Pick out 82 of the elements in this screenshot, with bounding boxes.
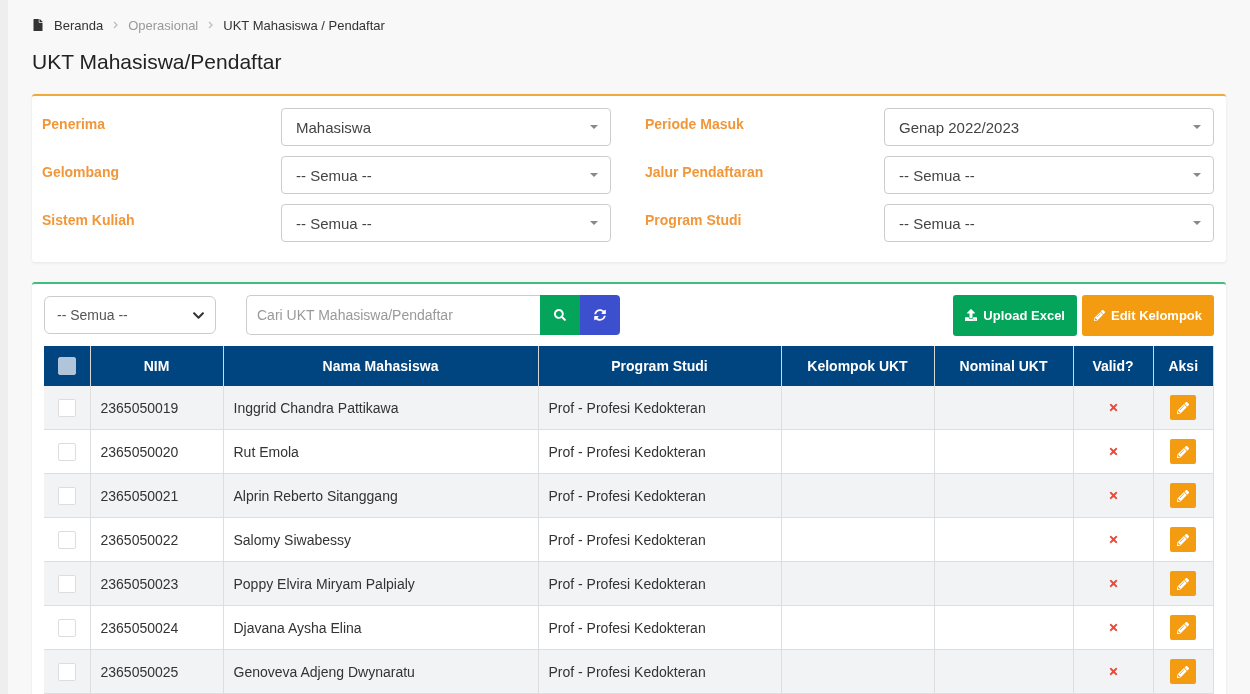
- caret-icon: [1193, 125, 1201, 129]
- column-header: Program Studi: [538, 346, 781, 386]
- column-header: Kelompok UKT: [781, 346, 934, 386]
- pencil-icon: [1177, 533, 1190, 546]
- table-cell: 2365050021: [90, 473, 223, 518]
- caret-icon: [590, 221, 598, 225]
- table-cell: 2365050023: [90, 561, 223, 606]
- pencil-icon: [1177, 489, 1190, 502]
- filter-select[interactable]: -- Semua --: [884, 156, 1214, 194]
- table-cell: Djavana Aysha Elina: [223, 605, 538, 650]
- checkbox[interactable]: [57, 662, 76, 681]
- search-field[interactable]: Cari UKT Mahasiswa/Pendaftar: [246, 295, 540, 335]
- table-cell: Prof - Profesi Kedokteran: [538, 561, 781, 606]
- table-cell: 2365050025: [90, 649, 223, 694]
- filter-label: Penerima: [42, 115, 106, 132]
- filter-select[interactable]: Genap 2022/2023: [884, 108, 1214, 146]
- chevron-icon: [208, 21, 214, 29]
- filter-label: Periode Masuk: [645, 115, 744, 132]
- filter-select[interactable]: Mahasiswa: [281, 108, 611, 146]
- column-header: Aksi: [1153, 346, 1214, 386]
- table-cell: Prof - Profesi Kedokteran: [538, 429, 781, 474]
- caret-icon: [590, 125, 598, 129]
- checkbox[interactable]: [57, 486, 76, 505]
- upload-icon: [965, 309, 978, 321]
- checkbox[interactable]: [57, 574, 76, 593]
- breadcrumb-link[interactable]: Beranda: [54, 17, 104, 33]
- filter-label: Gelombang: [42, 163, 119, 180]
- table-cell: Salomy Siwabessy: [223, 517, 538, 562]
- edit-button[interactable]: [1170, 527, 1197, 552]
- table-cell: Alprin Reberto Sitanggang: [223, 473, 538, 518]
- table-cell: Poppy Elvira Miryam Palpialy: [223, 561, 538, 606]
- edit-button[interactable]: [1170, 615, 1197, 640]
- checkbox[interactable]: [57, 442, 76, 461]
- caret-icon: [1193, 173, 1201, 177]
- edit-button[interactable]: [1170, 483, 1197, 508]
- checkbox[interactable]: [57, 530, 76, 549]
- column-header: Valid?: [1073, 346, 1153, 386]
- column-header: Nama Mahasiswa: [223, 346, 538, 386]
- edit-button[interactable]: [1170, 395, 1197, 420]
- filter-select[interactable]: -- Semua --: [281, 156, 611, 194]
- table-cell: Inggrid Chandra Pattikawa: [223, 386, 538, 430]
- edit-button[interactable]: [1170, 659, 1197, 684]
- table-cell: 2365050019: [90, 386, 223, 430]
- checkbox[interactable]: [57, 357, 76, 376]
- pencil-icon: [1177, 401, 1190, 414]
- table-cell: Prof - Profesi Kedokteran: [538, 517, 781, 562]
- table-cell: 2365050020: [90, 429, 223, 474]
- caret-icon: [1193, 221, 1201, 225]
- breadcrumb-link[interactable]: UKT Mahasiswa / Pendaftar: [223, 17, 385, 33]
- table-cell: 2365050024: [90, 605, 223, 650]
- filter-label: Program Studi: [645, 211, 742, 228]
- table-cell: Prof - Profesi Kedokteran: [538, 605, 781, 650]
- pencil-icon: [1177, 621, 1190, 634]
- filter-label: Jalur Pendaftaran: [645, 163, 764, 180]
- filter-select[interactable]: -- Semua --: [884, 204, 1214, 242]
- column-header: Nominal UKT: [934, 346, 1073, 386]
- pencil-icon: [1177, 577, 1190, 590]
- edit-button[interactable]: [1170, 571, 1197, 596]
- table-cell: Prof - Profesi Kedokteran: [538, 386, 781, 430]
- table-cell: Rut Emola: [223, 429, 538, 474]
- search-icon: [554, 309, 566, 321]
- status-select[interactable]: -- Semua --: [44, 296, 216, 334]
- refresh-button[interactable]: [580, 295, 620, 335]
- chevron-icon: [113, 21, 119, 29]
- table-cell: Genoveva Adjeng Dwynaratu: [223, 649, 538, 694]
- caret-icon: [590, 173, 598, 177]
- checkbox[interactable]: [57, 398, 76, 417]
- edit-button[interactable]: [1170, 439, 1197, 464]
- pencil-icon: [1177, 665, 1190, 678]
- checkbox[interactable]: [57, 618, 76, 637]
- filter-label: Sistem Kuliah: [42, 211, 135, 228]
- pencil-icon: [1177, 445, 1190, 458]
- page-title: UKT Mahasiswa/Pendaftar: [32, 50, 283, 74]
- table-cell: 2365050022: [90, 517, 223, 562]
- table-cell: Prof - Profesi Kedokteran: [538, 649, 781, 694]
- document-icon: [32, 19, 44, 31]
- filter-select[interactable]: -- Semua --: [281, 204, 611, 242]
- table-cell: Prof - Profesi Kedokteran: [538, 473, 781, 518]
- column-header: NIM: [90, 346, 223, 386]
- search-button[interactable]: [540, 295, 580, 335]
- pencil-icon: [1094, 309, 1105, 321]
- refresh-icon: [594, 309, 606, 321]
